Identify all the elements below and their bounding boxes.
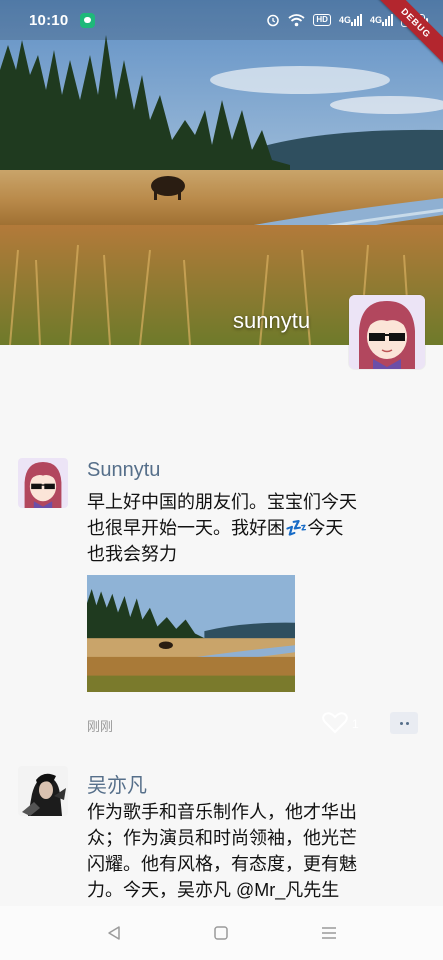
status-time: 10:10 bbox=[29, 11, 69, 29]
signal-label-2: 4G bbox=[369, 15, 382, 25]
profile-avatar[interactable] bbox=[349, 295, 425, 369]
alarm-icon bbox=[266, 13, 280, 27]
signal-label: 4G bbox=[338, 15, 351, 25]
system-navigation-bar bbox=[0, 906, 443, 960]
post-text: 早上好中国的朋友们。宝宝们今天也很早开始一天。我好困💤今天也我会努力 bbox=[87, 492, 357, 564]
heart-icon[interactable] bbox=[322, 712, 348, 734]
post-text: 作为歌手和音乐制作人，他才华出众；作为演员和时尚领袖，他光芒闪耀。他有风格，有态… bbox=[87, 802, 357, 900]
status-bar: 10:10 HD 4G 4G 62 bbox=[0, 0, 443, 40]
signal-icon: 4G bbox=[339, 14, 362, 26]
more-dot bbox=[399, 721, 403, 725]
back-triangle-icon[interactable] bbox=[99, 918, 129, 948]
post-image[interactable] bbox=[87, 575, 295, 692]
wifi-icon bbox=[288, 13, 305, 27]
post-author-name[interactable]: 吴亦凡 bbox=[87, 769, 147, 798]
more-dots-button[interactable] bbox=[390, 712, 418, 734]
more-dot bbox=[405, 721, 409, 725]
cover-username: sunnytu bbox=[233, 308, 311, 333]
message-notification-icon bbox=[80, 12, 96, 28]
post-author-avatar[interactable] bbox=[18, 458, 68, 508]
post-timestamp: 刚刚 bbox=[87, 719, 114, 734]
hd-badge: HD bbox=[313, 14, 331, 26]
like-count: 1 bbox=[352, 717, 359, 731]
post-author-name[interactable]: Sunnytu bbox=[87, 459, 160, 482]
menu-lines-icon[interactable] bbox=[314, 918, 344, 948]
signal-icon-2: 4G bbox=[370, 14, 393, 26]
home-square-icon[interactable] bbox=[206, 918, 236, 948]
profile-cover-image bbox=[0, 0, 443, 345]
post-author-avatar[interactable] bbox=[18, 766, 68, 816]
